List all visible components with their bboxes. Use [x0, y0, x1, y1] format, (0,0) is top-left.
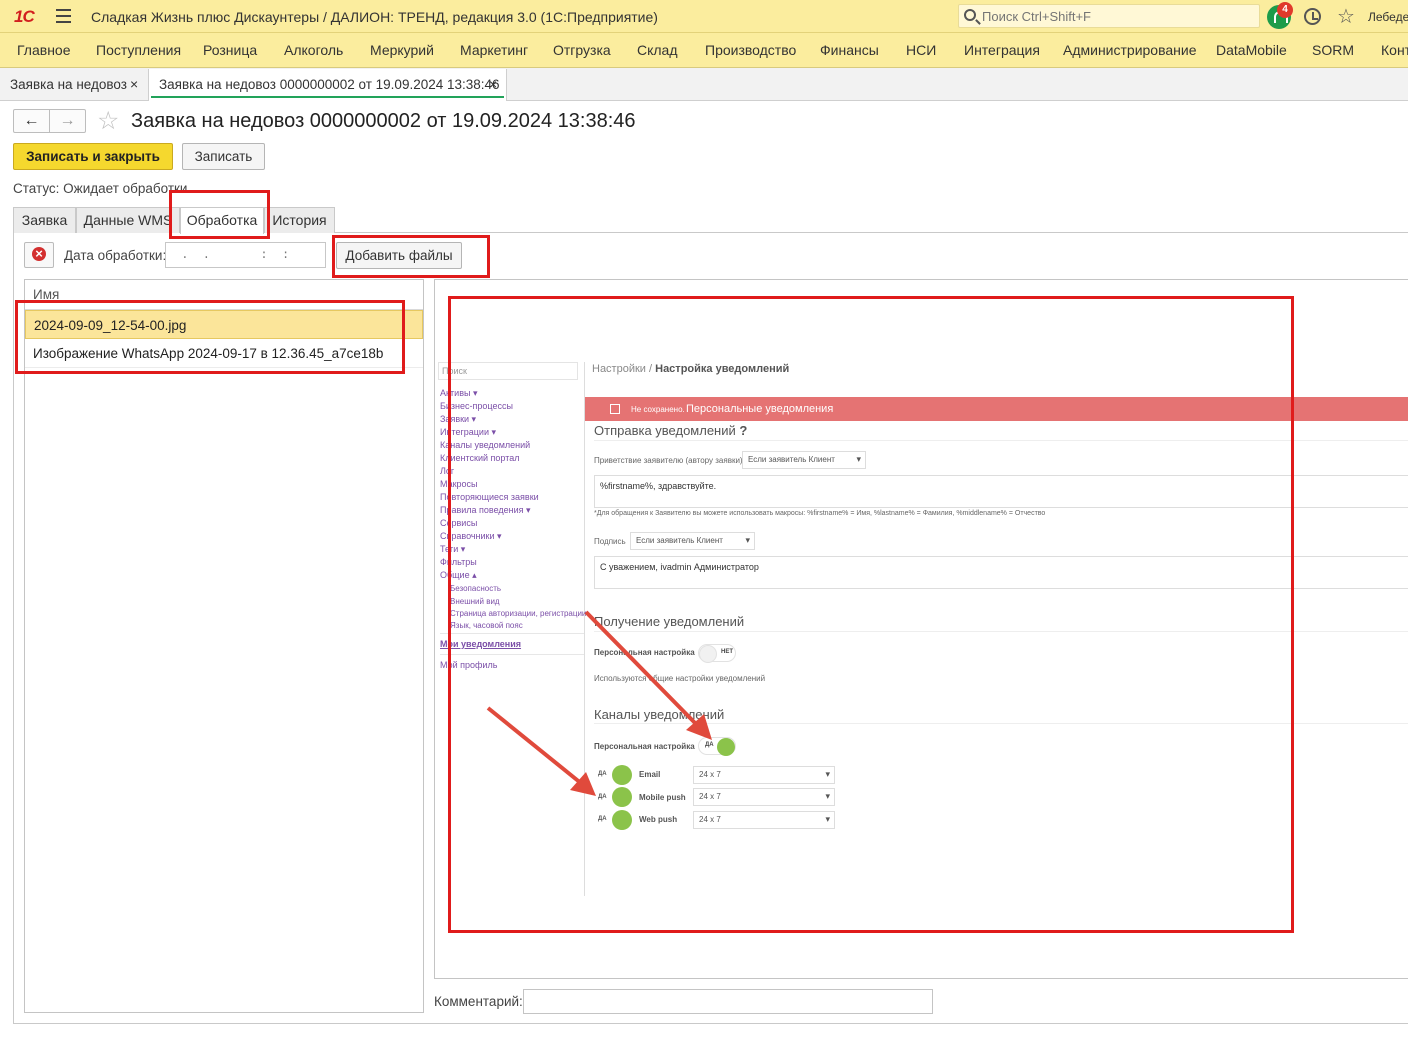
menu-datamobile[interactable]: DataMobile	[1216, 42, 1287, 58]
comment-label: Комментарий:	[434, 994, 523, 1009]
tab-wms-data[interactable]: Данные WMS	[76, 207, 180, 233]
menu-finance[interactable]: Финансы	[820, 42, 879, 58]
doc-tab-label: Заявка на недовоз	[10, 77, 127, 92]
menu-mercury[interactable]: Меркурий	[370, 42, 434, 58]
page-title: Заявка на недовоз 0000000002 от 19.09.20…	[131, 110, 636, 132]
menu-contacts[interactable]: Конт	[1381, 42, 1408, 58]
forward-button[interactable]: →	[49, 109, 86, 133]
history-icon[interactable]	[1304, 8, 1321, 25]
menu-administration[interactable]: Администрирование	[1063, 42, 1197, 58]
search-icon	[964, 9, 976, 21]
notifications-badge: 4	[1277, 2, 1293, 18]
doc-tab-label: Заявка на недовоз 0000000002 от 19.09.20…	[159, 77, 500, 92]
user-name[interactable]: Лебедев	[1368, 10, 1408, 24]
add-to-favorites-icon[interactable]: ☆	[97, 106, 119, 136]
1c-logo: 1С	[14, 7, 35, 26]
app-title: Сладкая Жизнь плюс Дискаунтеры / ДАЛИОН:…	[91, 9, 658, 25]
tab-history[interactable]: История	[264, 207, 335, 233]
menu-sorm[interactable]: SORM	[1312, 42, 1354, 58]
main-menu-icon[interactable]	[56, 9, 71, 23]
processing-date-field[interactable]	[165, 242, 326, 268]
save-and-close-button[interactable]: Записать и закрыть	[13, 143, 173, 170]
doc-tab-request-form[interactable]: Заявка на недовоз 0000000002 от 19.09.20…	[148, 69, 507, 101]
close-icon[interactable]: ×	[489, 76, 497, 92]
menu-integration[interactable]: Интеграция	[964, 42, 1040, 58]
menu-receipts[interactable]: Поступления	[96, 42, 181, 58]
doc-tab-request-list[interactable]: Заявка на недовоз ×	[0, 69, 147, 101]
close-icon[interactable]: ×	[130, 76, 138, 92]
clear-date-button[interactable]	[24, 242, 54, 268]
annotation-box-add-files	[332, 235, 490, 278]
menu-production[interactable]: Производство	[705, 42, 796, 58]
annotation-box-files	[15, 300, 405, 374]
menu-shipping[interactable]: Отгрузка	[553, 42, 611, 58]
menu-retail[interactable]: Розница	[203, 42, 257, 58]
menu-nsi[interactable]: НСИ	[906, 42, 936, 58]
status-label: Статус: Ожидает обработки	[13, 181, 188, 196]
search-input[interactable]	[982, 8, 1252, 25]
menu-marketing[interactable]: Маркетинг	[460, 42, 528, 58]
menu-alcohol[interactable]: Алкоголь	[284, 42, 343, 58]
menu-main[interactable]: Главное	[17, 42, 71, 58]
tab-request[interactable]: Заявка	[13, 207, 76, 233]
favorites-star-icon[interactable]: ☆	[1337, 4, 1355, 29]
annotation-box-preview	[448, 296, 1294, 933]
menu-warehouse[interactable]: Склад	[637, 42, 678, 58]
back-button[interactable]: ←	[13, 109, 50, 133]
global-search[interactable]	[958, 4, 1260, 28]
processing-date-label: Дата обработки:	[64, 248, 167, 263]
save-button[interactable]: Записать	[182, 143, 265, 170]
files-table	[24, 279, 424, 1013]
annotation-box-tab	[169, 190, 270, 239]
comment-field[interactable]	[523, 989, 933, 1014]
